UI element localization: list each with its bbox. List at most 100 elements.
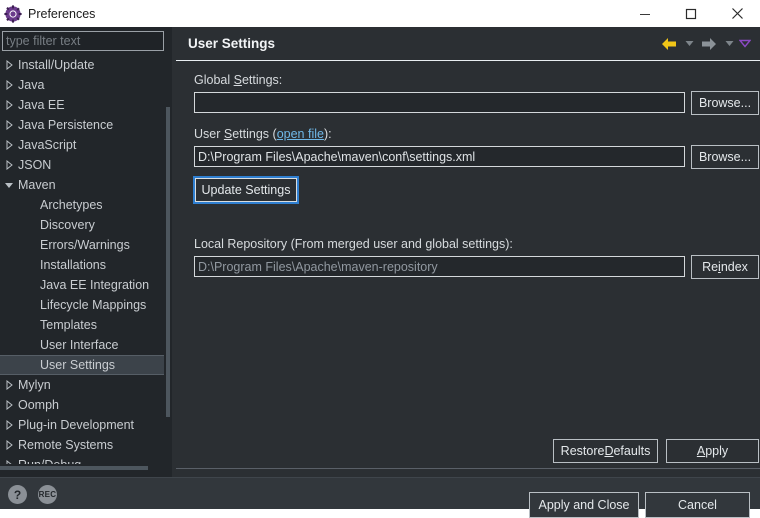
sidebar-item-label: Install/Update [18,58,94,72]
reindex-button[interactable]: Reindex [691,255,759,279]
chevron-right-icon[interactable] [0,160,18,170]
global-settings-label-pre: Global [194,73,234,87]
sidebar-item-plug-in-development[interactable]: Plug-in Development [0,415,164,435]
global-settings-label-post: ettings: [242,73,282,87]
sidebar-item-label: Java Persistence [18,118,113,132]
sidebar-item-label: Maven [18,178,56,192]
user-settings-browse-button[interactable]: Browse... [691,145,759,169]
view-menu-button[interactable] [738,32,752,56]
close-icon [731,7,744,20]
sidebar-item-java-ee[interactable]: Java EE [0,95,164,115]
sidebar-item-lifecycle-mappings[interactable]: Lifecycle Mappings [0,295,164,315]
chevron-right-icon[interactable] [0,120,18,130]
page-title: User Settings [188,36,275,51]
settings-page: User Settings [176,27,760,477]
sidebar-item-label: JavaScript [18,138,76,152]
chevron-down-icon [725,40,734,47]
restore-defaults-button[interactable]: Restore Defaults [553,439,658,463]
global-settings-browse-button[interactable]: Browse... [691,91,759,115]
sidebar-item-maven[interactable]: Maven [0,175,164,195]
reindex-label-post: ndex [721,260,748,274]
close-button[interactable] [714,0,760,27]
back-history-menu[interactable] [682,32,696,56]
footer-divider [176,468,760,469]
sidebar-item-label: Installations [40,258,106,272]
preferences-dialog: Install/Update Java Java EE Java Persistenc… [0,27,760,509]
dialog-bottom-bar: ? REC Apply and Close Cancel [0,477,760,509]
sidebar-item-install-update[interactable]: Install/Update [0,55,164,75]
user-settings-label-pre: User [194,127,224,141]
sidebar-item-label: Mylyn [18,378,51,392]
sidebar-item-label: User Interface [40,338,119,352]
filter-field-wrapper[interactable] [2,31,164,51]
global-settings-label-accel: S [234,73,242,87]
back-arrow-icon [660,36,678,52]
sidebar-item-installations[interactable]: Installations [0,255,164,275]
tree-vertical-scrollbar[interactable] [164,55,172,492]
local-repository-input: D:\Program Files\Apache\maven-repository [194,256,685,277]
restore-defaults-label-pre: Restore [561,444,605,458]
sidebar-item-mylyn[interactable]: Mylyn [0,375,164,395]
sidebar-item-label: Oomph [18,398,59,412]
sidebar-item-javascript[interactable]: JavaScript [0,135,164,155]
chevron-right-icon[interactable] [0,140,18,150]
user-settings-label-accel: S [224,127,232,141]
search-input[interactable] [3,34,163,48]
maximize-button[interactable] [668,0,714,27]
chevron-right-icon[interactable] [0,60,18,70]
tree-vertical-scrollbar-thumb[interactable] [166,107,170,417]
minimize-button[interactable] [622,0,668,27]
sidebar-item-label: Remote Systems [18,438,113,452]
chevron-down-icon[interactable] [0,181,18,190]
tree-horizontal-scrollbar-thumb[interactable] [0,466,148,470]
record-icon[interactable]: REC [38,485,57,504]
open-file-link[interactable]: open file [277,127,324,141]
chevron-right-icon[interactable] [0,80,18,90]
preferences-tree[interactable]: Install/Update Java Java EE Java Persistenc… [0,55,164,492]
chevron-right-icon[interactable] [0,420,18,430]
window-controls [622,0,760,27]
apply-button[interactable]: Apply [666,439,759,463]
sidebar-item-java-ee-integration[interactable]: Java EE Integration [0,275,164,295]
user-settings-input[interactable]: D:\Program Files\Apache\maven\conf\setti… [194,146,685,167]
sidebar-item-user-settings[interactable]: User Settings [0,355,164,375]
sidebar-item-label: Errors/Warnings [40,238,130,252]
back-button[interactable] [658,32,680,56]
chevron-right-icon[interactable] [0,400,18,410]
sidebar-item-oomph[interactable]: Oomph [0,395,164,415]
forward-button[interactable] [698,32,720,56]
sidebar-item-label: Templates [40,318,97,332]
sidebar-item-errors-warnings[interactable]: Errors/Warnings [0,235,164,255]
sidebar-item-discovery[interactable]: Discovery [0,215,164,235]
sidebar-item-label: Java EE [18,98,65,112]
user-settings-label-post: ): [324,127,332,141]
page-header: User Settings [176,27,760,60]
preferences-gear-icon [4,5,22,23]
tree-horizontal-scrollbar[interactable] [0,464,164,472]
help-icon[interactable]: ? [8,485,27,504]
sidebar-item-label: Plug-in Development [18,418,134,432]
sidebar-item-label: User Settings [40,358,115,372]
sidebar-item-java[interactable]: Java [0,75,164,95]
preferences-tree-pane: Install/Update Java Java EE Java Persistenc… [0,27,172,477]
apply-and-close-button[interactable]: Apply and Close [529,492,639,518]
maximize-icon [685,8,697,20]
sidebar-item-java-persistence[interactable]: Java Persistence [0,115,164,135]
chevron-down-icon [685,40,694,47]
forward-history-menu[interactable] [722,32,736,56]
sidebar-item-archetypes[interactable]: Archetypes [0,195,164,215]
sidebar-item-remote-systems[interactable]: Remote Systems [0,435,164,455]
global-settings-input[interactable] [194,92,685,113]
sidebar-item-user-interface[interactable]: User Interface [0,335,164,355]
reindex-label-pre: Re [702,260,718,274]
sidebar-item-json[interactable]: JSON [0,155,164,175]
chevron-down-icon [739,39,751,48]
chevron-right-icon[interactable] [0,380,18,390]
update-settings-button[interactable]: Update Settings [195,178,297,202]
sidebar-item-label: Java [18,78,44,92]
chevron-right-icon[interactable] [0,100,18,110]
cancel-button[interactable]: Cancel [645,492,750,518]
chevron-right-icon[interactable] [0,440,18,450]
sidebar-item-templates[interactable]: Templates [0,315,164,335]
apply-label-post: pply [705,444,728,458]
